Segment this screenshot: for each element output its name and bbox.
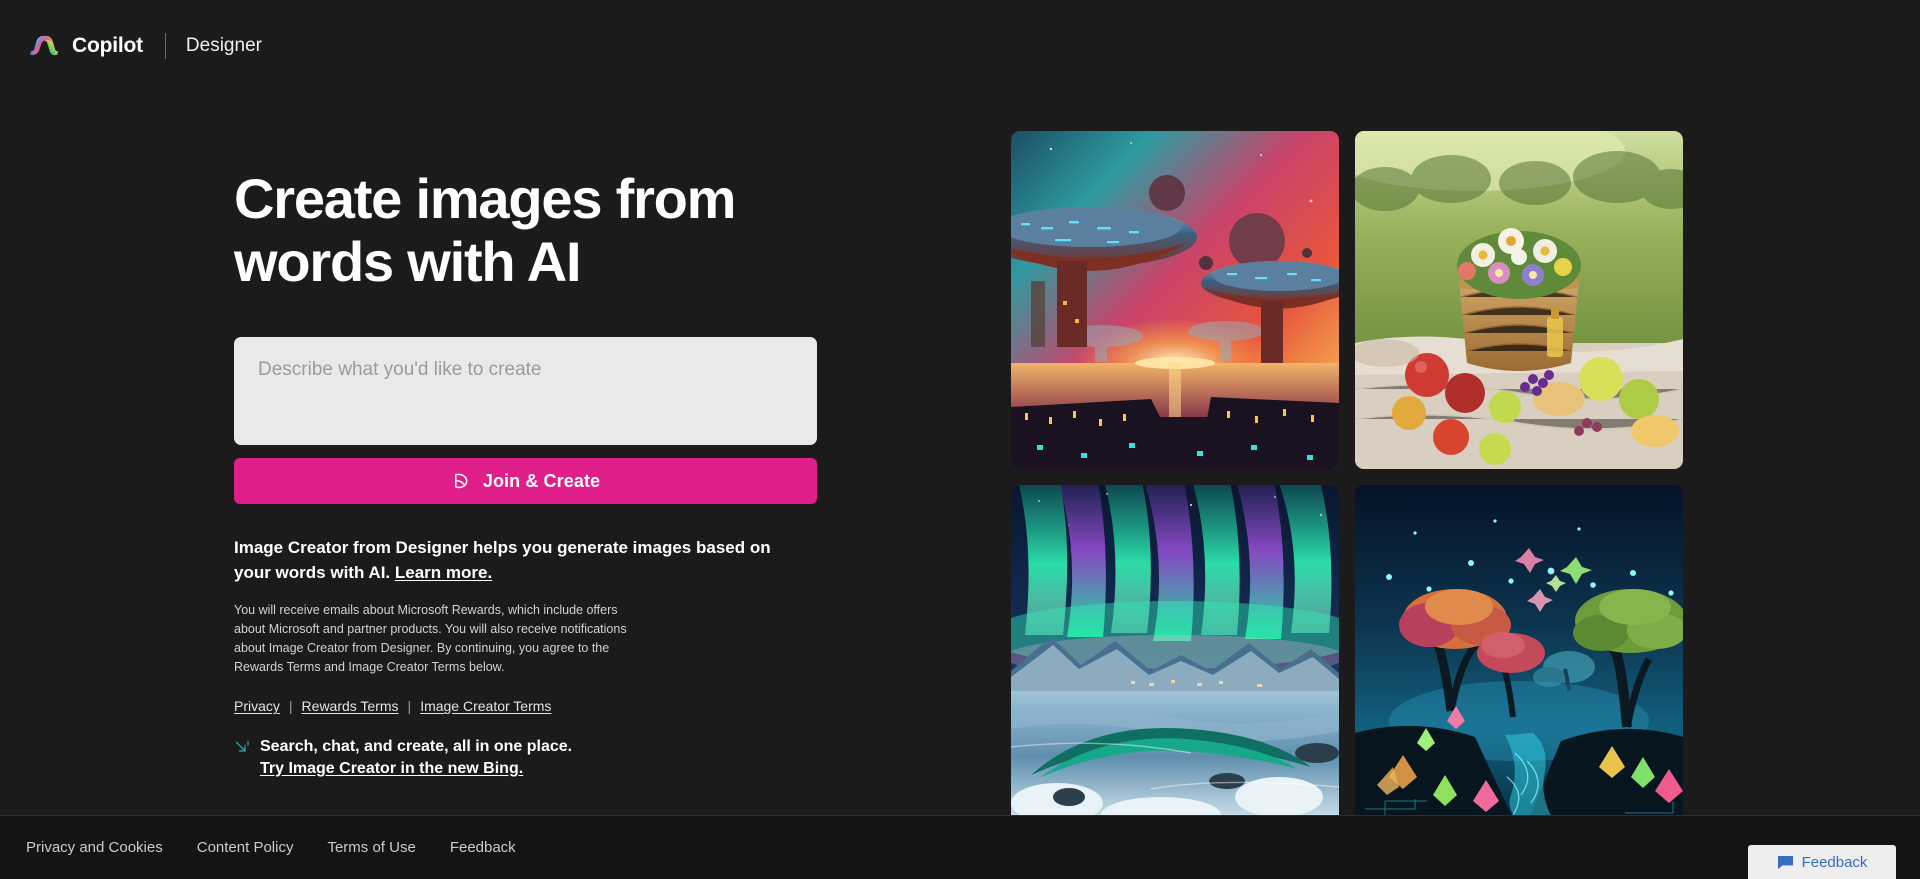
legal-separator: | (407, 698, 412, 715)
bing-promo-link[interactable]: Try Image Creator in the new Bing. (260, 760, 523, 777)
app-name[interactable]: Designer (186, 35, 262, 57)
product-blurb: Image Creator from Designer helps you ge… (234, 536, 794, 584)
picnic-basket-flowers-image[interactable] (1355, 131, 1683, 469)
prompt-input[interactable] (234, 337, 817, 446)
neon-cyber-forest-image[interactable] (1355, 485, 1683, 823)
join-and-create-label: Join & Create (482, 470, 601, 491)
legal-links: Privacy | Rewards Terms | Image Creator … (234, 698, 834, 714)
aurora-snow-landscape-image[interactable] (1011, 485, 1339, 823)
speech-bubble-icon (1777, 855, 1794, 870)
brand[interactable]: Copilot (30, 31, 143, 61)
bing-promo-text: Search, chat, and create, all in one pla… (260, 736, 572, 779)
bing-promo: Search, chat, and create, all in one pla… (234, 736, 834, 779)
app-header: Copilot Designer (0, 0, 1920, 92)
product-blurb-text: Image Creator from Designer helps you ge… (234, 538, 771, 582)
sci-fi-city-sunset-image[interactable] (1011, 131, 1339, 469)
brand-name: Copilot (72, 34, 143, 57)
footer-link-content-policy[interactable]: Content Policy (197, 839, 294, 856)
hero-panel: Create images from words with AI Join & … (234, 167, 834, 779)
page-footer: Privacy and Cookies Content Policy Terms… (0, 815, 1920, 879)
footer-link-feedback[interactable]: Feedback (450, 839, 516, 856)
bing-promo-line1: Search, chat, and create, all in one pla… (260, 738, 573, 756)
feedback-button-label: Feedback (1801, 853, 1868, 871)
designer-icon (451, 471, 472, 492)
header-divider (164, 33, 166, 59)
page-title: Create images from words with AI (234, 167, 736, 293)
sample-image-gallery (1011, 131, 1683, 859)
footer-link-privacy-and-cookies[interactable]: Privacy and Cookies (26, 839, 163, 856)
learn-more-link[interactable]: Learn more. (395, 563, 492, 582)
legal-link-privacy[interactable]: Privacy (234, 698, 280, 714)
feedback-button[interactable]: Feedback (1748, 845, 1896, 879)
footer-link-terms-of-use[interactable]: Terms of Use (327, 839, 415, 856)
legal-link-image-creator-terms[interactable]: Image Creator Terms (420, 698, 551, 714)
join-and-create-button[interactable]: Join & Create (234, 458, 817, 505)
legal-separator: | (288, 698, 293, 715)
legal-link-rewards-terms[interactable]: Rewards Terms (302, 698, 399, 714)
fineprint-text: You will receive emails about Microsoft … (234, 602, 627, 675)
copilot-logo-icon (30, 31, 60, 61)
bing-sparkle-icon (234, 736, 251, 756)
